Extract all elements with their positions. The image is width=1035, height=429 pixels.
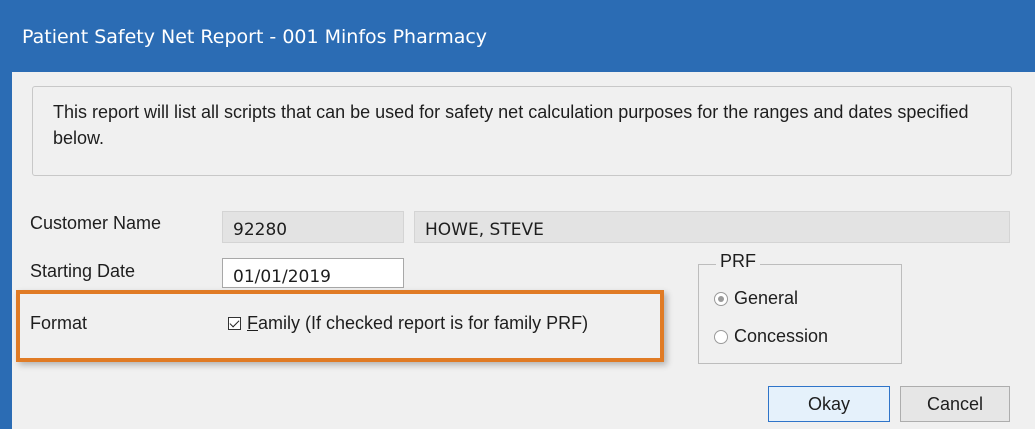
window-title: Patient Safety Net Report - 001 Minfos P… — [22, 26, 488, 48]
starting-date-label: Starting Date — [30, 261, 136, 281]
customer-name-field: HOWE, STEVE — [414, 211, 1010, 243]
prf-option-label: General — [734, 288, 799, 308]
highlight-annotation — [16, 290, 664, 362]
radio-selected-icon[interactable] — [714, 291, 728, 306]
okay-button[interactable]: Okay — [768, 386, 890, 422]
prf-option-general[interactable]: General — [714, 288, 798, 309]
prf-option-concession[interactable]: Concession — [714, 326, 828, 347]
radio-unselected-icon[interactable] — [714, 329, 728, 344]
customer-code-field: 92280 — [222, 211, 404, 243]
cancel-button[interactable]: Cancel — [900, 386, 1010, 422]
window-border — [0, 72, 12, 429]
customer-name-label: Customer Name — [30, 213, 162, 233]
title-bar[interactable]: Patient Safety Net Report - 001 Minfos P… — [0, 0, 1035, 72]
info-text: This report will list all scripts that c… — [53, 102, 969, 148]
prf-option-label: Concession — [734, 326, 829, 346]
dialog-window: Patient Safety Net Report - 001 Minfos P… — [0, 0, 1035, 429]
info-panel: This report will list all scripts that c… — [32, 86, 1012, 176]
starting-date-input[interactable]: 01/01/2019 — [222, 258, 404, 288]
prf-groupbox — [698, 264, 902, 364]
prf-legend: PRF — [716, 251, 760, 272]
